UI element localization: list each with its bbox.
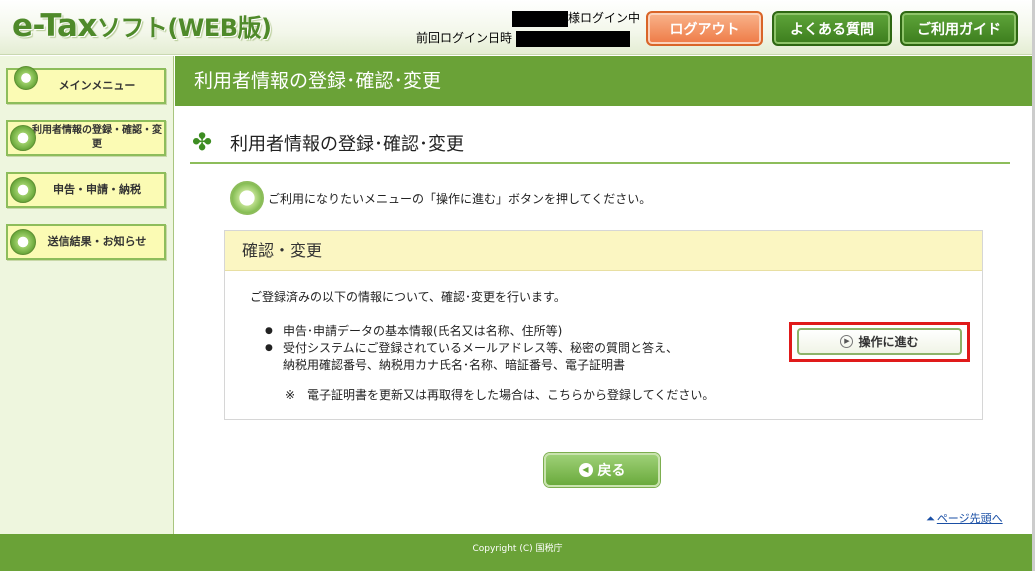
panel-description: ご登録済みの以下の情報について、確認･変更を行います。	[250, 290, 566, 304]
instruction: ご利用になりたいメニューの「操作に進む」ボタンを押してください。	[230, 180, 651, 216]
sidebar-item-label: 申告・申請・納税	[53, 183, 141, 196]
section-title-bar: 利用者情報の登録･確認･変更	[175, 56, 1035, 106]
home-icon	[14, 66, 38, 90]
notice-icon	[10, 229, 36, 255]
guide-button[interactable]: ご利用ガイド	[900, 11, 1018, 46]
page-title: 利用者情報の登録･確認･変更	[230, 134, 464, 155]
back-arrow-icon: ◀	[578, 463, 593, 477]
sidebar-item-label: メインメニュー	[58, 79, 136, 92]
user-info: 様ログイン中 前回ログイン日時	[416, 8, 640, 48]
faq-button[interactable]: よくある質問	[772, 11, 892, 46]
redacted-username	[512, 10, 568, 27]
certificate-note: ※ 電子証明書を更新又は再取得をした場合は、こちらから登録してください。	[285, 388, 715, 402]
page-top-label: ページ先頭へ	[936, 512, 1003, 525]
list-item: 申告･申請データの基本情報(氏名又は名称、住所等)	[265, 323, 678, 340]
filing-icon	[10, 177, 36, 203]
header: e-Taxソフト(WEB版) 様ログイン中 前回ログイン日時 ログアウト よくあ…	[0, 0, 1035, 55]
sidebar-item-label: 送信結果・お知らせ	[47, 235, 147, 248]
app-logo: e-Taxソフト(WEB版)	[12, 8, 272, 44]
back-button[interactable]: ◀ 戻る	[544, 453, 660, 487]
sidebar-item-notices[interactable]: 送信結果・お知らせ	[6, 224, 166, 260]
sidebar-item-label: 利用者情報の登録・確認・変更	[32, 125, 162, 150]
panel-heading: 確認・変更	[225, 231, 982, 271]
page-title-area: ✤ 利用者情報の登録･確認･変更	[190, 126, 1010, 164]
sidebar: メインメニュー 利用者情報の登録・確認・変更 申告・申請・納税 送信結果・お知ら…	[0, 56, 174, 534]
last-login-label: 前回ログイン日時	[416, 31, 513, 45]
play-icon: ▶	[840, 335, 854, 348]
redacted-last-login	[516, 30, 631, 47]
page-top-link[interactable]: ⏶ ページ先頭へ	[926, 510, 1003, 526]
footer: Copyright (C) 国税庁	[0, 534, 1035, 571]
list-item-continuation: 納税用確認番号、納税用カナ氏名･名称、暗証番号、電子証明書	[283, 358, 626, 372]
clover-icon: ✤	[192, 128, 213, 156]
login-status: 様ログイン中	[568, 11, 641, 25]
proceed-button[interactable]: ▶ 操作に進む	[797, 328, 962, 355]
sidebar-item-filing[interactable]: 申告・申請・納税	[6, 172, 166, 208]
guide-icon	[230, 181, 264, 215]
arrow-up-icon: ⏶	[926, 512, 935, 525]
instruction-text: ご利用になりたいメニューの「操作に進む」ボタンを押してください。	[268, 191, 652, 206]
info-list: 申告･申請データの基本情報(氏名又は名称、住所等) 受付システムにご登録されてい…	[265, 323, 678, 374]
proceed-label: 操作に進む	[858, 335, 919, 349]
sidebar-item-main-menu[interactable]: メインメニュー	[6, 66, 166, 104]
user-info-icon	[10, 125, 36, 151]
back-label: 戻る	[597, 463, 626, 479]
logout-button[interactable]: ログアウト	[646, 11, 763, 46]
sidebar-item-user-info[interactable]: 利用者情報の登録・確認・変更	[6, 120, 166, 156]
list-item: 受付システムにご登録されているメールアドレス等、秘密の質問と答え、	[265, 340, 678, 357]
